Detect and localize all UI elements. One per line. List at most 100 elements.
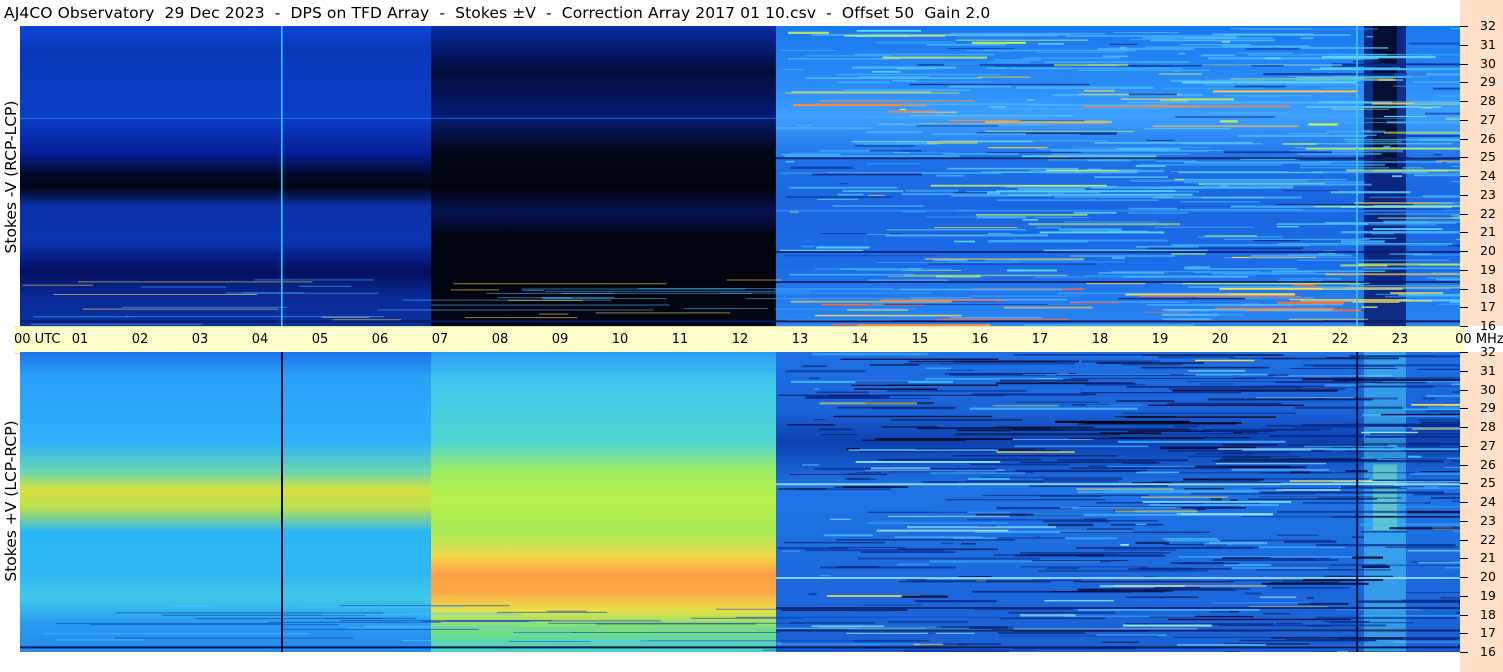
time-tick-label: 13 (791, 332, 809, 347)
rfi-streak (947, 261, 1125, 263)
rfi-streak (1300, 47, 1389, 49)
rfi-streak (1122, 412, 1297, 414)
rfi-streak (935, 318, 1069, 321)
frequency-tick (1460, 633, 1468, 635)
frequency-tick (1460, 119, 1468, 121)
rfi-streak (1264, 57, 1281, 60)
rfi-streak (1365, 435, 1460, 438)
rfi-streak (908, 360, 1058, 363)
rfi-streak (1315, 616, 1458, 619)
rfi-streak (899, 103, 1044, 105)
rfi-streak (877, 123, 1049, 126)
rfi-streak (992, 405, 1059, 407)
rfi-streak (1211, 33, 1313, 36)
rfi-streak (906, 579, 1082, 581)
frequency-tick (1460, 269, 1468, 271)
rfi-streak (907, 81, 992, 83)
rfi-streak (1171, 253, 1206, 255)
rfi-streak (1172, 389, 1338, 392)
rfi-streak (1300, 163, 1386, 166)
rfi-streak (975, 214, 1088, 216)
rfi-streak (780, 50, 836, 51)
rfi-streak (1022, 219, 1039, 221)
rfi-streak (547, 610, 587, 612)
rfi-streak (410, 612, 510, 614)
dark-band-core (1373, 26, 1397, 167)
frequency-tick-label: 24 (1480, 494, 1496, 509)
rfi-streak (431, 304, 670, 306)
rfi-streak (1276, 223, 1365, 225)
rfi-streak (1213, 90, 1357, 93)
rfi-streak (811, 173, 922, 176)
rfi-streak (1363, 267, 1460, 270)
rfi-streak (946, 167, 1079, 170)
rfi-streak (789, 152, 956, 154)
rfi-streak (1022, 57, 1120, 59)
rfi-streak (1277, 301, 1345, 304)
rfi-streak (1118, 169, 1165, 173)
rfi-streak (788, 31, 829, 34)
rfi-streak (1361, 615, 1460, 617)
rfi-streak (961, 542, 976, 545)
rfi-streak (886, 229, 1026, 231)
rfi-streak (1201, 64, 1252, 67)
rfi-streak (791, 91, 931, 93)
rfi-streak (735, 616, 1002, 618)
rfi-streak (818, 428, 852, 431)
rfi-streak (1037, 43, 1064, 45)
rfi-streak (1057, 292, 1230, 295)
rfi-streak (1379, 135, 1460, 137)
rfi-streak (1407, 73, 1460, 76)
rfi-streak (1313, 651, 1460, 652)
rfi-streak (986, 67, 1007, 69)
rfi-streak (992, 107, 1169, 110)
rfi-streak (971, 393, 1097, 396)
rfi-streak (1022, 373, 1171, 375)
rfi-streak (930, 184, 1107, 187)
rfi-streak (1237, 135, 1367, 137)
bottom-spectrogram-panel (20, 352, 1460, 652)
rfi-streak (1361, 306, 1378, 308)
rfi-streak (1271, 563, 1387, 567)
rfi-streak (1188, 370, 1246, 372)
frequency-tick (1460, 577, 1468, 578)
rfi-streak (1019, 552, 1171, 554)
rfi-streak (1247, 96, 1281, 98)
rfi-streak (1282, 143, 1317, 145)
rfi-streak (1450, 28, 1460, 30)
frequency-tick (1460, 614, 1468, 616)
rfi-streak (1270, 582, 1338, 585)
rfi-streak (451, 289, 500, 291)
rfi-streak (1064, 221, 1159, 223)
rfi-streak (363, 625, 514, 627)
rfi-streak (966, 480, 1119, 483)
rfi-streak (655, 628, 927, 630)
rfi-streak (1253, 239, 1300, 242)
rfi-streak (1312, 171, 1428, 174)
rfi-streak (1451, 459, 1460, 463)
rfi-streak (1381, 413, 1460, 416)
frequency-tick-label: 28 (1480, 419, 1496, 434)
rfi-streak (837, 81, 891, 84)
rfi-streak (1300, 37, 1314, 40)
rfi-streak (1148, 504, 1279, 506)
rfi-streak (321, 614, 523, 616)
frequency-tick (1460, 464, 1468, 466)
rfi-streak (1443, 467, 1460, 468)
rfi-streak (955, 433, 1121, 436)
rfi-streak (881, 426, 939, 428)
time-tick-label: 20 (1211, 332, 1229, 347)
rfi-streak (943, 63, 980, 66)
frequency-tick (1460, 288, 1468, 290)
time-tick-label: 17 (1031, 332, 1049, 347)
frequency-tick (1460, 427, 1468, 428)
rfi-streak (988, 240, 1088, 243)
rfi-streak (1144, 588, 1251, 590)
rfi-streak (1233, 431, 1243, 434)
rfi-streak (1204, 542, 1234, 545)
rfi-streak (1113, 585, 1267, 587)
rfi-streak (1084, 89, 1115, 92)
rfi-streak (1275, 203, 1413, 206)
rfi-streak (1114, 510, 1198, 513)
rfi-streak (1169, 388, 1345, 390)
